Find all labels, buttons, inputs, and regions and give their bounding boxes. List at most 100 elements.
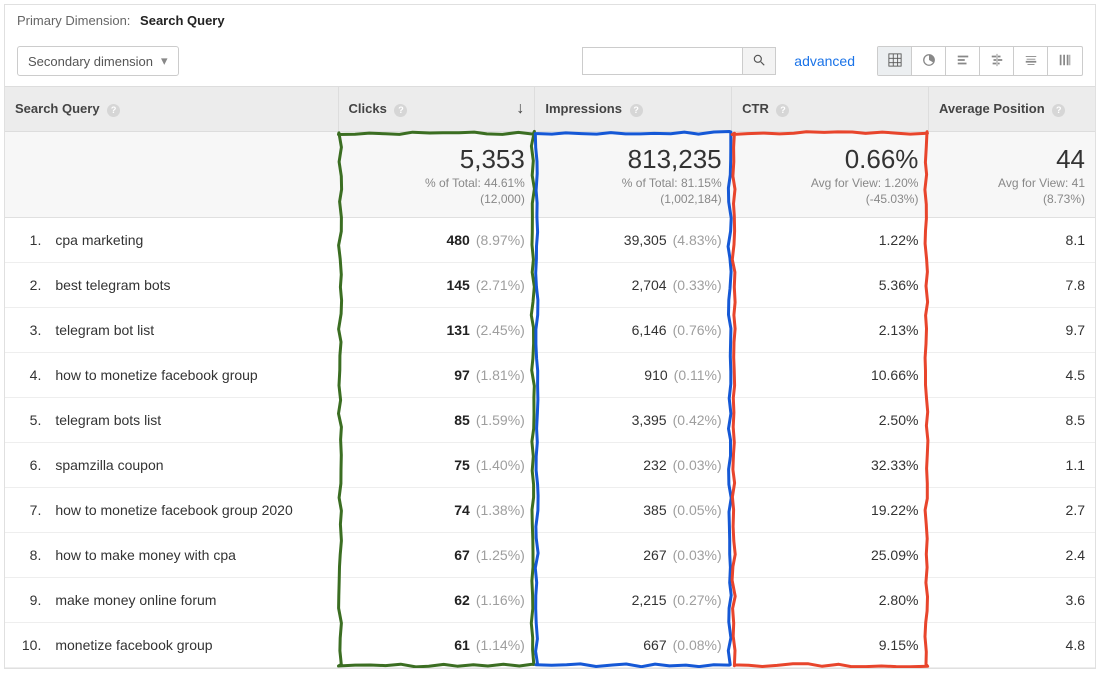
row-index: 2. <box>5 262 45 307</box>
col-ctr[interactable]: CTR ? <box>732 87 929 132</box>
view-comparison-button[interactable] <box>980 47 1014 75</box>
col-search-query-label: Search Query <box>15 101 100 116</box>
summary-row: 5,353 % of Total: 44.61% (12,000) 813,23… <box>5 131 1095 217</box>
summary-avg-sub1: Avg for View: 41 <box>938 175 1085 191</box>
table-wrap: Search Query ? Clicks ? ↓ Impressions ? … <box>5 86 1095 668</box>
summary-impressions-total: 813,235 <box>545 144 722 175</box>
primary-dimension-value: Search Query <box>140 13 225 28</box>
summary-clicks-sub1: % of Total: 44.61% <box>348 175 525 191</box>
view-termcloud-button[interactable] <box>1014 47 1048 75</box>
summary-ctr-total: 0.66% <box>742 144 919 175</box>
summary-ctr-sub2: (-45.03%) <box>742 191 919 207</box>
secondary-dimension-dropdown[interactable]: Secondary dimension ▾ <box>17 46 179 76</box>
table-row[interactable]: 4. how to monetize facebook group 97(1.8… <box>5 352 1095 397</box>
row-impressions: 232(0.03%) <box>535 442 732 487</box>
row-query: how to make money with cpa <box>45 532 338 577</box>
row-clicks: 62(1.16%) <box>338 577 535 622</box>
table-row[interactable]: 9. make money online forum 62(1.16%) 2,2… <box>5 577 1095 622</box>
summary-ctr-sub1: Avg for View: 1.20% <box>742 175 919 191</box>
row-query: cpa marketing <box>45 217 338 262</box>
row-index: 5. <box>5 397 45 442</box>
help-icon[interactable]: ? <box>1052 104 1065 117</box>
row-clicks: 75(1.40%) <box>338 442 535 487</box>
row-avg-position: 8.1 <box>928 217 1095 262</box>
help-icon[interactable]: ? <box>107 104 120 117</box>
summary-ctr: 0.66% Avg for View: 1.20% (-45.03%) <box>732 131 929 217</box>
row-index: 10. <box>5 622 45 667</box>
row-impressions: 39,305(4.83%) <box>535 217 732 262</box>
row-ctr: 2.13% <box>732 307 929 352</box>
table-row[interactable]: 10. monetize facebook group 61(1.14%) 66… <box>5 622 1095 667</box>
primary-dimension-tab[interactable]: Search Query <box>134 13 225 36</box>
pie-chart-icon <box>922 53 936 70</box>
table-row[interactable]: 7. how to monetize facebook group 2020 7… <box>5 487 1095 532</box>
table-row[interactable]: 2. best telegram bots 145(2.71%) 2,704(0… <box>5 262 1095 307</box>
row-index: 6. <box>5 442 45 487</box>
caret-down-icon: ▾ <box>161 53 168 69</box>
table-row[interactable]: 1. cpa marketing 480(8.97%) 39,305(4.83%… <box>5 217 1095 262</box>
comparison-icon <box>990 53 1004 70</box>
data-table: Search Query ? Clicks ? ↓ Impressions ? … <box>5 86 1095 668</box>
row-query: best telegram bots <box>45 262 338 307</box>
row-impressions: 2,704(0.33%) <box>535 262 732 307</box>
help-icon[interactable]: ? <box>630 104 643 117</box>
row-query: spamzilla coupon <box>45 442 338 487</box>
row-impressions: 2,215(0.27%) <box>535 577 732 622</box>
search-box <box>582 47 776 75</box>
search-input[interactable] <box>582 47 742 75</box>
view-pie-button[interactable] <box>912 47 946 75</box>
search-button[interactable] <box>742 47 776 75</box>
col-avg-position-label: Average Position <box>939 101 1045 116</box>
bar-chart-icon <box>956 53 970 70</box>
col-clicks[interactable]: Clicks ? ↓ <box>338 87 535 132</box>
table-row[interactable]: 3. telegram bot list 131(2.45%) 6,146(0.… <box>5 307 1095 352</box>
summary-clicks: 5,353 % of Total: 44.61% (12,000) <box>338 131 535 217</box>
summary-impressions-sub2: (1,002,184) <box>545 191 722 207</box>
row-query: telegram bot list <box>45 307 338 352</box>
help-icon[interactable]: ? <box>776 104 789 117</box>
row-impressions: 3,395(0.42%) <box>535 397 732 442</box>
row-index: 9. <box>5 577 45 622</box>
view-performance-button[interactable] <box>946 47 980 75</box>
row-query: monetize facebook group <box>45 622 338 667</box>
col-avg-position[interactable]: Average Position ? <box>928 87 1095 132</box>
summary-avg: 44 Avg for View: 41 (8.73%) <box>928 131 1095 217</box>
primary-dimension-row: Primary Dimension: Search Query <box>5 5 1095 36</box>
col-clicks-label: Clicks <box>349 101 387 116</box>
row-ctr: 10.66% <box>732 352 929 397</box>
row-clicks: 67(1.25%) <box>338 532 535 577</box>
row-avg-position: 9.7 <box>928 307 1095 352</box>
controls-row: Secondary dimension ▾ advanced <box>5 36 1095 86</box>
row-clicks: 97(1.81%) <box>338 352 535 397</box>
advanced-link[interactable]: advanced <box>794 53 855 69</box>
table-row[interactable]: 5. telegram bots list 85(1.59%) 3,395(0.… <box>5 397 1095 442</box>
col-impressions[interactable]: Impressions ? <box>535 87 732 132</box>
row-ctr: 5.36% <box>732 262 929 307</box>
row-impressions: 910(0.11%) <box>535 352 732 397</box>
row-query: telegram bots list <box>45 397 338 442</box>
summary-clicks-total: 5,353 <box>348 144 525 175</box>
table-icon <box>888 53 902 70</box>
view-pivot-button[interactable] <box>1048 47 1082 75</box>
row-query: how to monetize facebook group <box>45 352 338 397</box>
col-search-query[interactable]: Search Query ? <box>5 87 338 132</box>
row-clicks: 145(2.71%) <box>338 262 535 307</box>
row-avg-position: 3.6 <box>928 577 1095 622</box>
table-row[interactable]: 6. spamzilla coupon 75(1.40%) 232(0.03%)… <box>5 442 1095 487</box>
row-index: 8. <box>5 532 45 577</box>
row-ctr: 25.09% <box>732 532 929 577</box>
row-ctr: 1.22% <box>732 217 929 262</box>
view-table-button[interactable] <box>878 47 912 75</box>
primary-dimension-label: Primary Dimension: <box>17 13 130 28</box>
report-panel: Primary Dimension: Search Query Secondar… <box>4 4 1096 669</box>
row-avg-position: 8.5 <box>928 397 1095 442</box>
table-header-row: Search Query ? Clicks ? ↓ Impressions ? … <box>5 87 1095 132</box>
row-index: 1. <box>5 217 45 262</box>
row-avg-position: 2.4 <box>928 532 1095 577</box>
help-icon[interactable]: ? <box>394 104 407 117</box>
row-query: make money online forum <box>45 577 338 622</box>
row-index: 7. <box>5 487 45 532</box>
row-clicks: 85(1.59%) <box>338 397 535 442</box>
view-toggle-group <box>877 46 1083 76</box>
table-row[interactable]: 8. how to make money with cpa 67(1.25%) … <box>5 532 1095 577</box>
